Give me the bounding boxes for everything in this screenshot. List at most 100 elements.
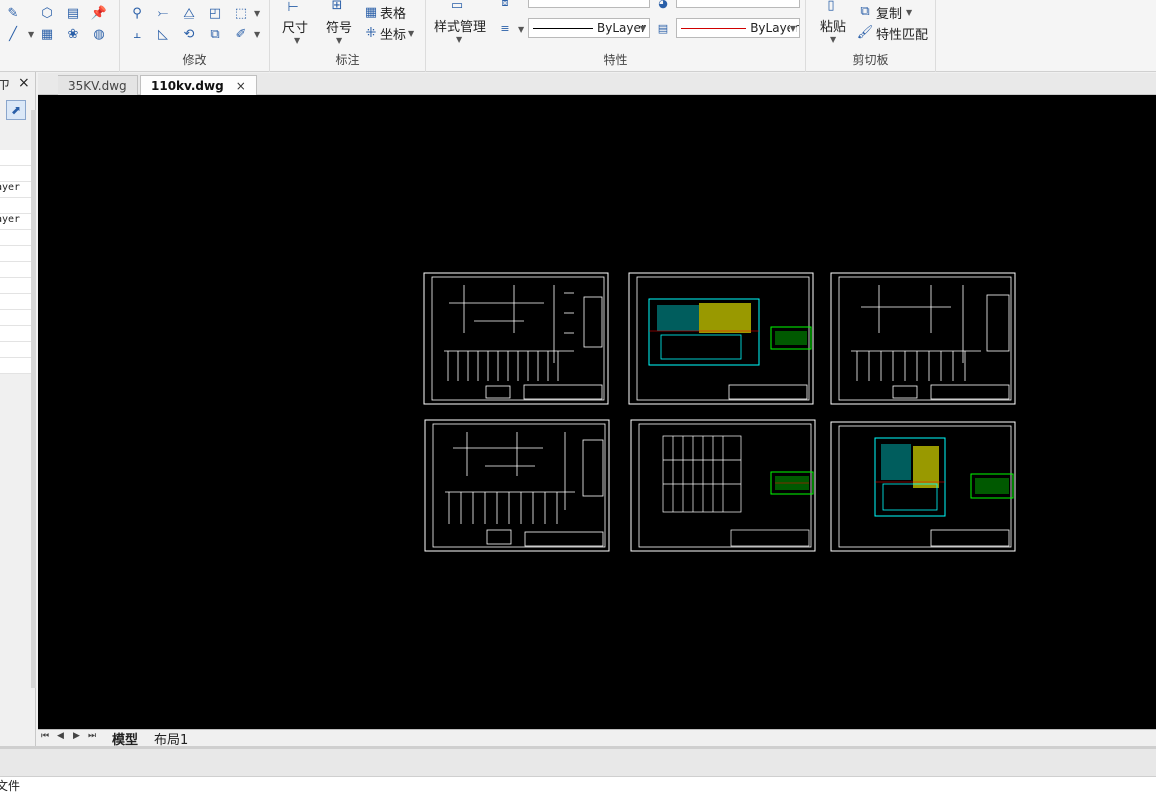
style-manager-icon[interactable]: ▭ <box>448 0 466 14</box>
panel-title-clipboard: 剪切板 <box>852 53 889 67</box>
stretch-icon[interactable]: ◰ <box>206 4 224 22</box>
layout-tab-model[interactable]: 模型 <box>108 730 142 748</box>
command-line[interactable] <box>0 746 1156 776</box>
quick-select-icon[interactable]: ⬈ <box>6 100 26 120</box>
ribbon-panel-properties: ▭ 样式管理 ▼ ⧈ ≡ ▼ ◕ ByLayer ▼ ▤ ByLayer ▼ 特… <box>426 0 806 72</box>
doc-tab-label: 110kv.dwg <box>151 78 224 93</box>
linetype-combo[interactable]: ByLayer ▼ <box>528 18 650 38</box>
palette-property-row[interactable] <box>0 166 31 182</box>
palette-header: ㄗ × <box>0 75 36 94</box>
palette-property-row[interactable]: ayer <box>0 214 31 230</box>
color-wheel-icon[interactable]: ◕ <box>654 0 672 12</box>
region-icon[interactable]: ◍ <box>90 25 108 43</box>
chevron-down-icon[interactable]: ▼ <box>254 30 260 39</box>
pin-icon[interactable]: 📌 <box>90 4 108 22</box>
linetype-value: ByLayer <box>597 21 646 35</box>
palette-close-icon[interactable]: × <box>18 75 30 91</box>
select-rect-icon[interactable]: ⬚ <box>232 4 250 22</box>
palette-property-row[interactable] <box>0 342 31 358</box>
match-properties-icon[interactable]: 🖌 <box>856 23 874 41</box>
layer-combo[interactable] <box>528 0 650 8</box>
lineweight-combo[interactable]: ByLayer ▼ <box>676 18 800 38</box>
palette-scrollbar[interactable] <box>31 110 36 688</box>
copy-icon[interactable]: ⧉ <box>856 2 874 20</box>
chevron-down-icon[interactable]: ▼ <box>408 29 414 38</box>
edit-properties-icon[interactable]: ✐ <box>232 25 250 43</box>
panel-title-properties: 特性 <box>603 53 628 67</box>
first-layout-icon[interactable]: ⏮ <box>41 731 49 741</box>
coordinate-button[interactable]: 坐标 <box>380 24 406 43</box>
palette-property-row[interactable] <box>0 198 31 214</box>
palette-pin-icon[interactable]: ㄗ <box>0 76 10 93</box>
palette-property-row[interactable] <box>0 230 31 246</box>
linetype-scale-icon[interactable]: ▤ <box>654 19 672 37</box>
chevron-down-icon[interactable]: ▼ <box>336 36 342 45</box>
chevron-down-icon: ▼ <box>639 23 646 33</box>
copy-button[interactable]: 复制 <box>876 3 902 22</box>
table-button[interactable]: 表格 <box>380 3 406 22</box>
symbol-icon[interactable]: ⊞ <box>328 0 346 14</box>
close-icon[interactable]: × <box>236 79 246 93</box>
match-properties-button[interactable]: 特性匹配 <box>876 24 928 43</box>
chevron-down-icon[interactable]: ▼ <box>254 9 260 18</box>
palette-property-row[interactable] <box>0 278 31 294</box>
scale-icon[interactable]: ◺ <box>154 25 172 43</box>
drawing-sheet-6[interactable] <box>830 421 1016 552</box>
polygon-icon[interactable]: ⬡ <box>38 4 56 22</box>
last-layout-icon[interactable]: ⏭ <box>88 731 96 741</box>
drawing-sheet-2[interactable] <box>628 272 814 405</box>
offset-icon[interactable]: ⫠ <box>128 25 146 43</box>
next-layout-icon[interactable]: ▶ <box>73 731 80 741</box>
layer-tools-icon[interactable]: ⧈ <box>496 0 514 12</box>
chevron-down-icon[interactable]: ▼ <box>28 30 34 39</box>
group-icon[interactable]: ❀ <box>64 25 82 43</box>
chevron-down-icon[interactable]: ▼ <box>830 35 836 44</box>
chevron-down-icon[interactable]: ▼ <box>518 25 524 34</box>
palette-property-row[interactable] <box>0 262 31 278</box>
dimension-icon[interactable]: ⊢ <box>284 0 302 16</box>
lineweight-icon[interactable]: ≡ <box>496 19 514 37</box>
drawing-sheet-4[interactable] <box>424 419 610 552</box>
prev-layout-icon[interactable]: ◀ <box>57 731 64 741</box>
array-icon[interactable]: ⧉ <box>206 25 224 43</box>
palette-property-row[interactable] <box>0 246 31 262</box>
style-manager-button[interactable]: 样式管理 <box>434 16 486 35</box>
line-icon[interactable]: ╱ <box>4 25 22 43</box>
mirror-icon[interactable]: ⧋ <box>180 4 198 22</box>
color-combo[interactable] <box>676 0 800 8</box>
copy-objects-icon[interactable]: ⚲ <box>128 4 146 22</box>
palette-property-row[interactable] <box>0 150 31 166</box>
drawing-sheet-5[interactable] <box>630 419 816 552</box>
paste-icon[interactable]: ▯ <box>822 0 840 14</box>
doc-tab-110kv[interactable]: 110kv.dwg × <box>140 75 257 95</box>
table-edit-icon[interactable]: ▤ <box>64 4 82 22</box>
layout-tab-layout1[interactable]: 布局1 <box>150 730 192 748</box>
dimension-button[interactable]: 尺寸 <box>282 17 308 36</box>
layout-tab-bar: ⏮ ◀ ▶ ⏭ 模型 布局1 <box>38 729 1156 748</box>
chevron-down-icon: ▼ <box>789 23 796 33</box>
coordinate-icon[interactable]: ⁜ <box>362 24 380 42</box>
doc-tab-35kv[interactable]: 35KV.dwg <box>58 75 138 95</box>
drawing-sheet-3[interactable] <box>830 272 1016 405</box>
trim-icon[interactable]: ⤚ <box>154 4 172 22</box>
ribbon-panel-annotation: ⊢ 尺寸 ▼ ⊞ 符号 ▼ ▦ 表格 ⁜ 坐标 ▼ 标注 <box>270 0 426 72</box>
drawing-canvas[interactable] <box>38 95 1156 729</box>
drawing-sheet-1[interactable] <box>423 272 609 405</box>
chevron-down-icon[interactable]: ▼ <box>906 8 912 17</box>
palette-property-row[interactable] <box>0 310 31 326</box>
symbol-button[interactable]: 符号 <box>326 17 352 36</box>
palette-property-row[interactable] <box>0 326 31 342</box>
table-icon[interactable]: ▦ <box>362 3 380 21</box>
chevron-down-icon[interactable]: ▼ <box>294 36 300 45</box>
layout-tab-label: 模型 <box>112 732 139 748</box>
pencil-icon[interactable]: ✎ <box>4 4 22 22</box>
ribbon-panel-clipboard: ▯ 粘贴 ▼ ⧉ 复制 ▼ 🖌 特性匹配 剪切板 <box>806 0 936 72</box>
palette-property-row[interactable]: ayer <box>0 182 31 198</box>
status-text: 文件 <box>0 779 21 793</box>
rotate-icon[interactable]: ⟲ <box>180 25 198 43</box>
rectangle-array-icon[interactable]: ▦ <box>38 25 56 43</box>
palette-property-row[interactable] <box>0 358 31 374</box>
palette-property-row[interactable] <box>0 294 31 310</box>
paste-button[interactable]: 粘贴 <box>820 16 846 35</box>
chevron-down-icon[interactable]: ▼ <box>456 35 462 44</box>
